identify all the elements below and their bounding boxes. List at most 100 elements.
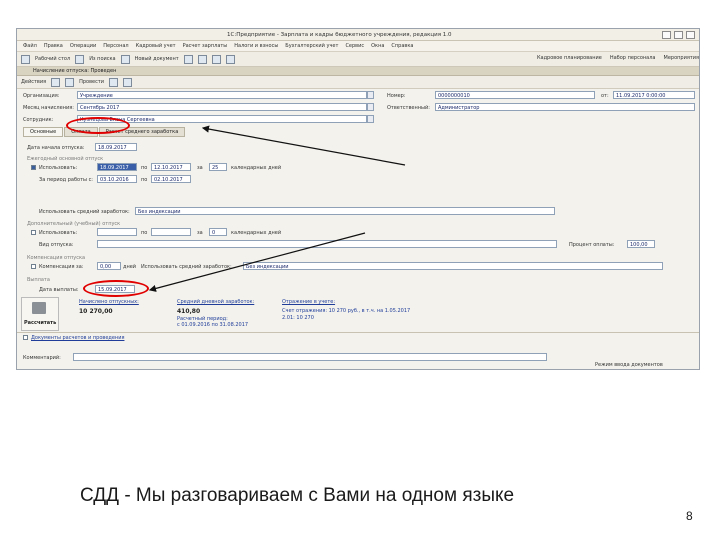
docs-link[interactable]: Документы расчетов и проведения — [31, 335, 124, 341]
display-value: Счет отражения: 10 270 руб., в т.ч. на 1… — [282, 308, 411, 314]
comp-days-field[interactable]: 0,00 — [97, 262, 121, 270]
title-bar: 1С:Предприятие - Зарплата и кадры бюджет… — [17, 29, 699, 41]
display-value-2: 2.01: 10 270 — [282, 315, 314, 321]
menu-item[interactable]: Операции — [70, 43, 96, 49]
kind-label: Вид отпуска: — [39, 242, 74, 248]
menu-bar: Файл Правка Операции Персонал Кадровый у… — [17, 41, 699, 52]
actions-menu[interactable]: Действия — [21, 79, 46, 85]
employee-select-button[interactable] — [367, 115, 374, 123]
org-select-button[interactable] — [367, 91, 374, 99]
annual-to-label: по — [141, 165, 148, 171]
responsible-field[interactable]: Администратор — [435, 103, 695, 111]
search-icon[interactable] — [75, 54, 85, 64]
period-to-field[interactable]: 02.10.2017 — [151, 175, 191, 183]
avg-earnings-field[interactable]: Без индексации — [135, 207, 555, 215]
annual-use-label: Использовать: — [39, 165, 78, 171]
annual-days-unit: календарных дней — [231, 165, 282, 171]
menu-item[interactable]: Правка — [44, 43, 63, 49]
highlight-month — [66, 117, 130, 134]
divider — [17, 332, 699, 333]
month-field[interactable]: Сентябрь 2017 — [77, 103, 367, 111]
date-field[interactable]: 11.09.2017 0:00:00 — [613, 91, 695, 99]
comp-avg-field[interactable]: Без индексации — [243, 262, 663, 270]
app-screenshot: 1С:Предприятие - Зарплата и кадры бюджет… — [16, 28, 700, 370]
post-icon[interactable] — [65, 77, 75, 87]
extra-days-label: за — [197, 230, 203, 236]
new-doc-icon[interactable] — [120, 54, 130, 64]
extra-days-unit: календарных дней — [231, 230, 282, 236]
org-label: Организация: — [23, 93, 60, 99]
toolbar-events[interactable]: Мероприятия — [664, 55, 700, 61]
structure-icon[interactable] — [123, 77, 133, 87]
start-date-field[interactable]: 18.09.2017 — [95, 143, 137, 151]
avg-daily-value: 410,80 — [177, 308, 201, 315]
minimize-button[interactable] — [662, 31, 671, 39]
extra-to-field[interactable] — [151, 228, 191, 236]
comment-field[interactable] — [73, 353, 547, 361]
percent-field[interactable]: 100,00 — [627, 240, 655, 248]
toolbar-right: Кадровое планирование Набор персонала Ме… — [537, 55, 699, 61]
group-annual: Ежегодный основной отпуск — [27, 156, 104, 162]
toolbar-new-doc[interactable]: Новый документ — [135, 56, 179, 62]
kind-field[interactable] — [97, 240, 557, 248]
extra-checkbox[interactable] — [31, 230, 36, 235]
extra-from-field[interactable] — [97, 228, 137, 236]
docs-checkbox[interactable] — [23, 335, 28, 340]
maximize-button[interactable] — [674, 31, 683, 39]
menu-item[interactable]: Кадровый учет — [136, 43, 176, 49]
calculate-label: Рассчитать — [24, 320, 57, 326]
annual-days-field[interactable]: 25 — [209, 163, 227, 171]
close-button[interactable] — [686, 31, 695, 39]
toolbar-planning[interactable]: Кадровое планирование — [537, 55, 602, 61]
page-number: 8 — [686, 509, 693, 523]
help-icon[interactable] — [211, 54, 221, 64]
org-field[interactable]: Учреждение — [77, 91, 367, 99]
period-label: За период работы с: — [39, 177, 93, 183]
avg-period-value: с 01.09.2016 по 31.08.2017 — [177, 322, 249, 328]
menu-item[interactable]: Расчет зарплаты — [183, 43, 228, 49]
date-label: от: — [601, 93, 609, 99]
save-icon[interactable] — [51, 77, 61, 87]
menu-item[interactable]: Бухгалтерский учет — [285, 43, 338, 49]
menu-item[interactable]: Файл — [23, 43, 37, 49]
avg-daily-link[interactable]: Средний дневной заработок: — [177, 299, 254, 305]
number-label: Номер: — [387, 93, 406, 99]
month-select-button[interactable] — [367, 103, 374, 111]
comp-checkbox[interactable] — [31, 264, 36, 269]
annual-to-field[interactable]: 12.10.2017 — [151, 163, 191, 171]
comp-avg-label: Использовать средний заработок: — [141, 264, 232, 270]
calc-icon[interactable] — [183, 54, 193, 64]
actions-bar: Действия Провести — [17, 76, 699, 89]
display-link[interactable]: Отражение в учете: — [282, 299, 335, 305]
month-label: Месяц начисления: — [23, 105, 74, 111]
highlight-pay-date — [83, 280, 149, 297]
accrued-link[interactable]: Начислено отпускных: — [79, 299, 139, 305]
number-field[interactable]: 0000000010 — [435, 91, 595, 99]
tab-main[interactable]: Основные — [23, 127, 64, 137]
toolbar-staff[interactable]: Набор персонала — [610, 55, 656, 61]
calculate-button[interactable]: Рассчитать — [21, 297, 59, 331]
period-to-label: по — [141, 177, 148, 183]
toolbar-desktop[interactable]: Рабочий стол — [35, 56, 70, 62]
menu-item[interactable]: Налоги и взносы — [234, 43, 278, 49]
menu-item[interactable]: Окна — [371, 43, 384, 49]
toolbar-search[interactable]: Из поиска — [89, 56, 115, 62]
menu-item[interactable]: Персонал — [103, 43, 128, 49]
group-payment: Выплата — [27, 277, 50, 283]
print-icon[interactable] — [197, 54, 207, 64]
annual-from-field[interactable]: 18.09.2017 — [97, 163, 137, 171]
group-extra: Дополнительный (учебный) отпуск — [27, 221, 121, 227]
post-button[interactable]: Провести — [79, 79, 104, 85]
employee-label: Сотрудник: — [23, 117, 54, 123]
pay-date-label: Дата выплаты: — [39, 287, 79, 293]
extra-days-field[interactable]: 0 — [209, 228, 227, 236]
print-icon[interactable] — [109, 77, 119, 87]
period-from-field[interactable]: 03.10.2016 — [97, 175, 137, 183]
annual-checkbox[interactable] — [31, 165, 36, 170]
settings-icon[interactable] — [225, 54, 235, 64]
menu-item[interactable]: Сервис — [345, 43, 364, 49]
status-text: Режим ввода документов — [595, 362, 663, 368]
desktop-icon[interactable] — [21, 54, 30, 64]
percent-label: Процент оплаты: — [569, 242, 615, 248]
menu-item[interactable]: Справка — [391, 43, 413, 49]
